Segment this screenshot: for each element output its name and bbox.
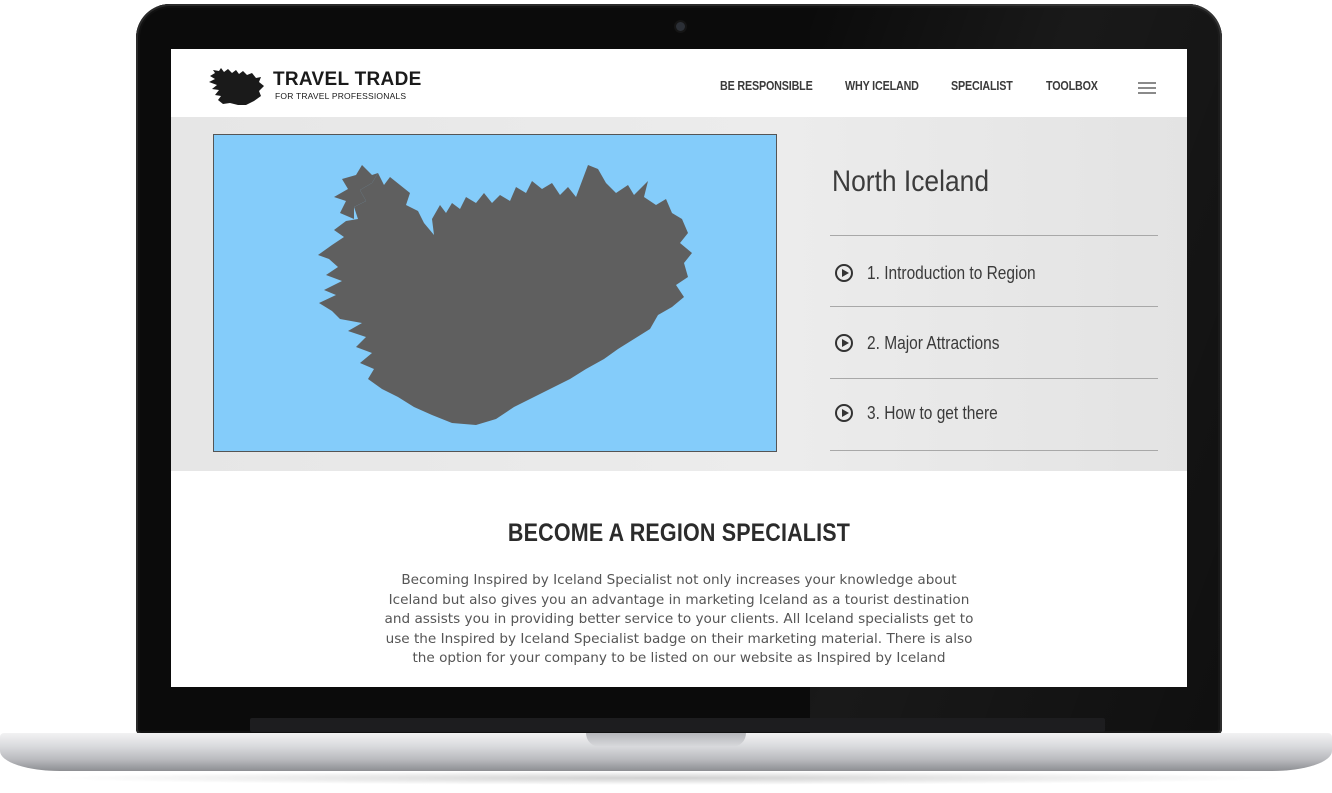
section-heading: BECOME A REGION SPECIALIST: [507, 519, 851, 547]
divider: [830, 450, 1158, 451]
iceland-landmass: [318, 165, 692, 425]
screen: TRAVEL TRADE FOR TRAVEL PROFESSIONALS BE…: [171, 49, 1187, 687]
divider: [830, 378, 1158, 379]
hamburger-menu-icon[interactable]: [1138, 82, 1156, 97]
nav-item-why-iceland[interactable]: WHY ICELAND: [845, 79, 919, 93]
region-link-label: 1. Introduction to Region: [867, 262, 1036, 283]
region-link-introduction[interactable]: 1. Introduction to Region: [835, 259, 1063, 287]
play-circle-icon: [835, 404, 853, 422]
brand-subtitle: FOR TRAVEL PROFESSIONALS: [275, 91, 407, 101]
region-link-label: 3. How to get there: [867, 402, 998, 423]
brand-title[interactable]: TRAVEL TRADE: [273, 69, 422, 91]
top-navigation: TRAVEL TRADE FOR TRAVEL PROFESSIONALS BE…: [171, 49, 1187, 117]
section-line: use the Inspired by Iceland Specialist b…: [385, 630, 973, 647]
divider: [830, 235, 1158, 236]
region-link-how-to-get-there[interactable]: 3. How to get there: [835, 399, 1019, 427]
nav-item-specialist[interactable]: SPECIALIST: [951, 79, 1013, 93]
region-hero: North Iceland 1. Introduction to Region …: [171, 117, 1187, 471]
webcam-icon: [676, 22, 685, 31]
section-line: Becoming Inspired by Iceland Specialist …: [401, 572, 957, 588]
nav-item-be-responsible[interactable]: BE RESPONSIBLE: [720, 79, 813, 93]
laptop-shadow: [40, 771, 1292, 785]
section-body: Becoming Inspired by Iceland Specialist …: [351, 571, 1007, 669]
section-line: the option for your company to be listed…: [412, 650, 946, 666]
section-line: and assists you in providing better serv…: [384, 611, 974, 627]
laptop-hinge: [250, 718, 1105, 732]
play-circle-icon: [835, 334, 853, 352]
region-link-attractions[interactable]: 2. Major Attractions: [835, 329, 1021, 357]
region-link-label: 2. Major Attractions: [867, 332, 1000, 353]
region-title: North Iceland: [832, 165, 990, 198]
play-circle-icon: [835, 264, 853, 282]
section-line: Iceland but also gives you an advantage …: [388, 591, 970, 608]
iceland-map: [318, 165, 692, 425]
nav-item-toolbox[interactable]: TOOLBOX: [1046, 79, 1098, 93]
region-map[interactable]: [213, 134, 777, 452]
laptop-notch: [586, 733, 746, 747]
iceland-silhouette-icon[interactable]: [207, 67, 265, 107]
divider: [830, 306, 1158, 307]
